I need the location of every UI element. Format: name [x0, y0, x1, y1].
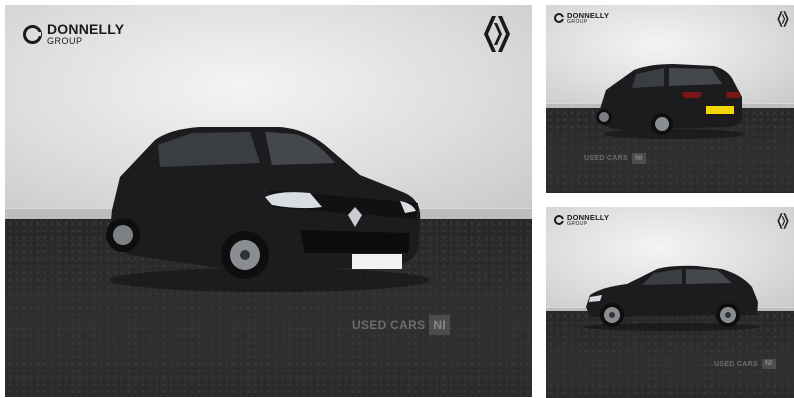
used-cars-ni-watermark: USED CARS NI [584, 153, 646, 164]
watermark-badge: NI [631, 153, 646, 164]
brand-name: DONNELLY [47, 21, 125, 37]
donnelly-group-logo: DONNELLY GROUP [554, 12, 609, 25]
renault-diamond-icon [484, 16, 510, 52]
used-cars-ni-watermark: USED CARS NI [714, 359, 776, 369]
watermark-badge: NI [429, 315, 450, 335]
brand-sub: GROUP [47, 36, 83, 46]
watermark-badge: NI [761, 359, 776, 369]
car-front-icon [106, 127, 430, 292]
car-side-icon [584, 265, 760, 331]
rear-photo[interactable]: DONNELLY GROUP USED CARS NI [546, 5, 794, 193]
brand-sub: GROUP [567, 220, 588, 227]
watermark-text: USED CARS [584, 155, 628, 162]
watermark-text: USED CARS [352, 318, 426, 332]
renault-diamond-icon [777, 213, 789, 229]
watermark-text: USED CARS [714, 360, 758, 368]
donnelly-group-logo: DONNELLY GROUP [23, 22, 124, 46]
used-cars-ni-watermark: USED CARS NI [352, 315, 450, 335]
donnelly-ring-icon [554, 215, 564, 226]
car-rear-icon [596, 64, 744, 139]
donnelly-ring-icon [554, 13, 564, 24]
renault-diamond-icon [777, 11, 789, 27]
donnelly-group-logo: DONNELLY GROUP [554, 214, 609, 227]
brand-sub: GROUP [567, 18, 588, 25]
side-photo[interactable]: DONNELLY GROUP USED CARS NI [546, 207, 794, 398]
main-photo[interactable]: DONNELLY GROUP USED CARS NI [5, 5, 532, 397]
donnelly-ring-icon [23, 24, 42, 44]
